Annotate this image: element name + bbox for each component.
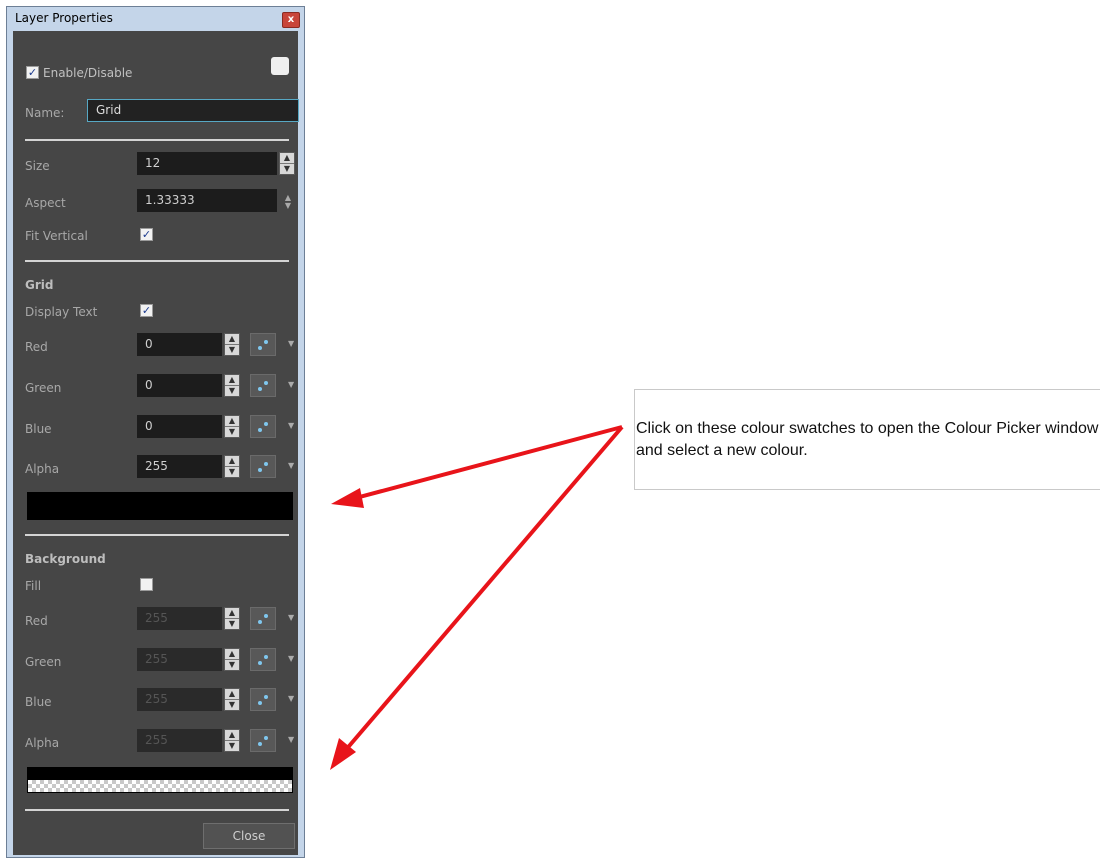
annotation-arrows [330, 425, 624, 770]
arrow-to-background-swatch [330, 425, 624, 770]
arrow-to-grid-swatch [331, 425, 623, 508]
